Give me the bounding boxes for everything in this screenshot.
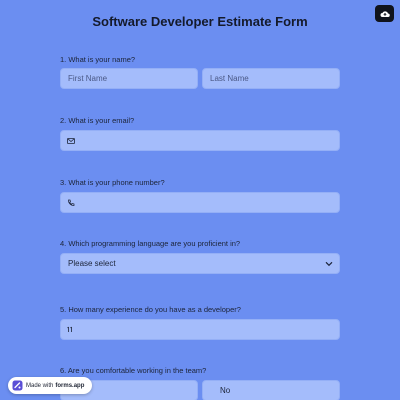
question-label-experience: 5. How many experience do you have as a … xyxy=(60,305,241,314)
first-name-input[interactable]: First Name xyxy=(60,68,198,89)
made-with-badge[interactable]: Made with forms.app xyxy=(8,377,92,394)
badge-brand: forms.app xyxy=(55,382,85,389)
envelope-icon xyxy=(61,137,81,144)
forms-app-logo-icon xyxy=(12,380,23,391)
number-icon xyxy=(61,326,81,333)
form-page: Software Developer Estimate Form 1. What… xyxy=(0,0,400,400)
question-label-language: 4. Which programming language are you pr… xyxy=(60,239,241,248)
phone-icon xyxy=(61,199,81,207)
question-label-team: 6. Are you comfortable working in the te… xyxy=(60,366,207,375)
badge-prefix: Made with xyxy=(26,382,54,389)
language-select-value: Please select xyxy=(68,259,116,268)
question-label-email: 2. What is your email? xyxy=(60,116,135,125)
email-input[interactable] xyxy=(60,130,340,151)
last-name-placeholder: Last Name xyxy=(210,74,249,83)
last-name-input[interactable]: Last Name xyxy=(202,68,340,89)
question-label-name: 1. What is your name? xyxy=(60,55,136,64)
phone-input[interactable] xyxy=(60,192,340,213)
experience-input[interactable] xyxy=(60,319,340,340)
team-option-no[interactable]: No xyxy=(202,380,340,400)
form-title: Software Developer Estimate Form xyxy=(92,14,308,29)
question-label-phone: 3. What is your phone number? xyxy=(60,178,165,187)
first-name-placeholder: First Name xyxy=(68,74,108,83)
team-option-no-label: No xyxy=(220,386,231,395)
language-select[interactable]: Please select xyxy=(60,253,340,274)
chevron-down-icon xyxy=(325,260,333,269)
